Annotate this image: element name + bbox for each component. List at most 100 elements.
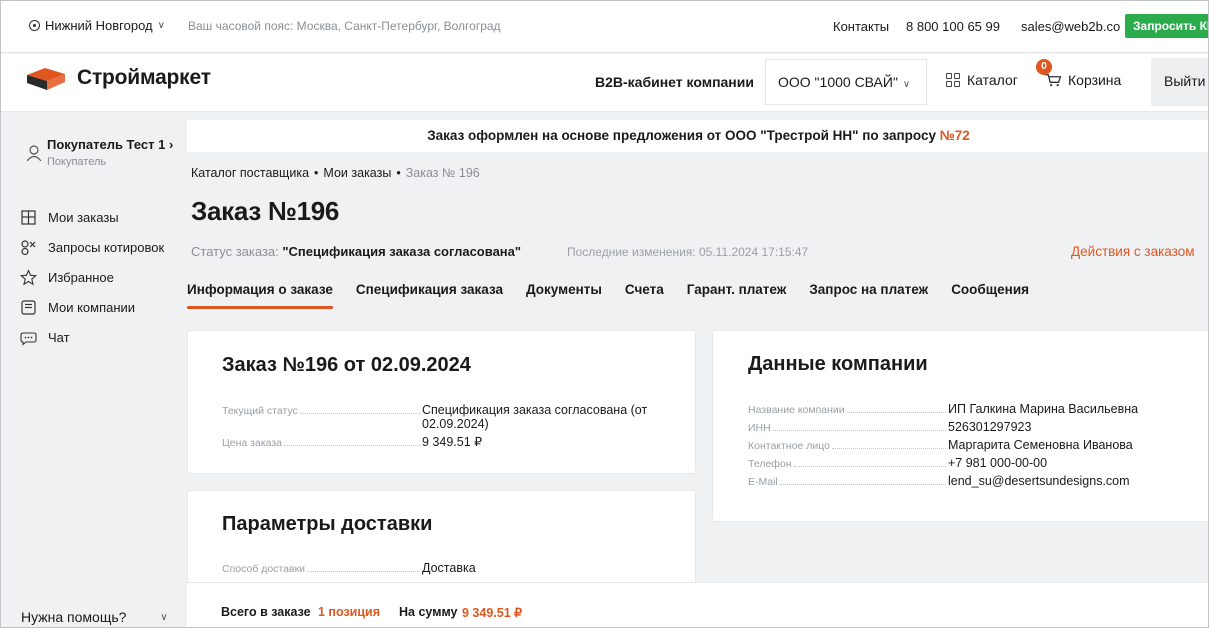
tab-payment-request[interactable]: Запрос на платеж — [809, 282, 928, 306]
sidebar-item-orders[interactable]: Мои заказы — [20, 202, 164, 232]
notice-text: Заказ оформлен на основе предложения от … — [427, 128, 940, 143]
user-role: Покупатель — [47, 156, 107, 168]
delivery-card-title: Параметры доставки — [222, 513, 433, 535]
company-icon — [21, 299, 36, 315]
catalog-grid-icon — [946, 73, 960, 87]
sidebar-item-label: Мои заказы — [48, 209, 119, 225]
sidebar: Покупатель Тест 1 › Покупатель Мои заказ… — [1, 112, 179, 627]
order-card: Заказ №196 от 02.09.2024 Текущий статус … — [187, 330, 696, 474]
location-pin-icon — [29, 20, 40, 31]
detail-label: Цена заказа — [222, 435, 422, 449]
quotes-icon — [21, 239, 36, 255]
user-name: Покупатель Тест 1 — [47, 137, 166, 152]
breadcrumb: Каталог поставщика • Мои заказы • Заказ № 19… — [191, 166, 480, 180]
help-dropdown[interactable]: Нужна помощь? ∨ — [21, 609, 168, 625]
sidebar-item-companies[interactable]: Мои компании — [20, 292, 164, 322]
company-selector[interactable]: ООО "1000 СВАЙ" ∨ — [765, 59, 927, 105]
detail-label: ИНН — [748, 420, 948, 434]
chevron-right-icon: › — [168, 137, 174, 152]
tab-invoices[interactable]: Счета — [625, 282, 664, 306]
logo-mark-icon — [27, 68, 65, 90]
b2b-cabinet-label: B2B-кабинет компании — [595, 74, 754, 90]
order-status-line: Статус заказа: "Спецификация заказа согл… — [191, 244, 521, 259]
detail-value: lend_su@desertsundesigns.com — [948, 474, 1130, 488]
total-label: Всего в заказе — [221, 605, 311, 619]
header: Строймаркет B2B-кабинет компании ООО "10… — [1, 54, 1208, 112]
company-card-title: Данные компании — [748, 353, 928, 375]
detail-label: Телефон — [748, 456, 948, 470]
logo-text: Строймаркет — [77, 66, 211, 89]
order-actions-link[interactable]: Действия с заказом — [1071, 244, 1194, 259]
sidebar-item-label: Избранное — [48, 269, 114, 285]
request-kp-button[interactable]: Запросить КП — [1125, 14, 1208, 38]
detail-label: Контактное лицо — [748, 438, 948, 452]
catalog-button[interactable]: Каталог — [946, 72, 1018, 88]
detail-label: Способ доставки — [222, 561, 422, 575]
city-selector[interactable]: Нижний Новгород ∨ — [29, 18, 165, 33]
city-label: Нижний Новгород — [45, 18, 153, 33]
detail-row: ИНН 526301297923 — [748, 420, 1138, 434]
sum-value: 9 349.51 ₽ — [462, 606, 523, 620]
offer-notice: Заказ оформлен на основе предложения от … — [187, 120, 1208, 152]
page-title: Заказ №196 — [191, 196, 340, 226]
detail-value: 9 349.51 ₽ — [422, 435, 483, 449]
order-tabs: Информация о заказе Спецификация заказа … — [187, 282, 1052, 309]
sidebar-item-favorites[interactable]: Избранное — [20, 262, 164, 292]
sidebar-item-quotes[interactable]: Запросы котировок — [20, 232, 164, 262]
detail-value: ИП Галкина Марина Васильевна — [948, 402, 1139, 416]
detail-label: Текущий статус — [222, 403, 422, 417]
breadcrumb-orders[interactable]: Мои заказы — [323, 166, 391, 180]
sidebar-nav: Мои заказы Запросы котировок Избранное М… — [20, 202, 164, 352]
order-summary-bar: Всего в заказе 1 позиция На сумму 9 349.… — [187, 582, 1208, 627]
delivery-details: Способ доставки Доставка — [222, 561, 476, 579]
detail-value: +7 981 000-00-00 — [948, 456, 1048, 470]
detail-value: Спецификация заказа согласована (от 02.0… — [422, 403, 648, 431]
detail-row: Текущий статус Спецификация заказа согла… — [222, 403, 672, 431]
phone-link[interactable]: 8 800 100 65 99 — [906, 19, 1000, 34]
top-bar: Нижний Новгород ∨ Ваш часовой пояс: Моск… — [1, 1, 1208, 53]
sidebar-item-label: Запросы котировок — [48, 239, 165, 255]
detail-label: E-Mail — [748, 474, 948, 488]
status-value: "Спецификация заказа согласована" — [282, 244, 522, 259]
tab-guarantee-payment[interactable]: Гарант. платеж — [687, 282, 787, 306]
catalog-label: Каталог — [967, 72, 1018, 88]
email-link[interactable]: sales@web2b.co — [1021, 19, 1120, 34]
company-card: Данные компании Название компании ИП Гал… — [712, 330, 1208, 522]
cart-button[interactable]: Корзина — [1044, 72, 1121, 88]
tab-documents[interactable]: Документы — [526, 282, 602, 306]
chat-icon — [20, 331, 37, 346]
orders-icon — [21, 209, 36, 225]
logout-button[interactable]: Выйти — [1151, 58, 1208, 106]
logo[interactable]: Строймаркет — [25, 65, 211, 91]
tab-specification[interactable]: Спецификация заказа — [356, 282, 503, 306]
detail-row: E-Mail lend_su@desertsundesigns.com — [748, 474, 1138, 488]
detail-value: 526301297923 — [948, 420, 1032, 434]
tab-order-info[interactable]: Информация о заказе — [187, 282, 333, 309]
user-icon — [27, 145, 41, 161]
chevron-down-icon: ∨ — [157, 20, 165, 31]
order-card-title: Заказ №196 от 02.09.2024 — [222, 354, 471, 376]
breadcrumb-current: Заказ № 196 — [405, 166, 480, 180]
detail-label: Название компании — [748, 402, 948, 416]
sidebar-item-chat[interactable]: Чат — [20, 322, 164, 352]
status-label: Статус заказа: — [191, 244, 283, 259]
tab-messages[interactable]: Сообщения — [951, 282, 1029, 306]
sum-label: На сумму — [399, 605, 458, 619]
breadcrumb-catalog[interactable]: Каталог поставщика — [191, 166, 309, 180]
detail-row: Способ доставки Доставка — [222, 561, 476, 575]
detail-row: Телефон +7 981 000-00-00 — [748, 456, 1138, 470]
request-number-link[interactable]: №72 — [940, 128, 970, 143]
detail-row: Цена заказа 9 349.51 ₽ — [222, 435, 672, 449]
star-icon — [20, 268, 37, 285]
total-positions: 1 позиция — [318, 605, 381, 619]
detail-value: Доставка — [422, 561, 476, 575]
company-selector-value: ООО "1000 СВАЙ" — [778, 74, 898, 90]
contacts-link[interactable]: Контакты — [833, 19, 889, 34]
detail-row: Контактное лицо Маргарита Семеновна Иван… — [748, 438, 1138, 452]
sidebar-item-label: Чат — [48, 329, 70, 345]
chevron-down-icon: ∨ — [160, 611, 168, 623]
last-change: Последние изменения: 05.11.2024 17:15:47 — [567, 245, 809, 259]
user-profile-link[interactable]: Покупатель Тест 1 › — [47, 137, 173, 152]
detail-value: Маргарита Семеновна Иванова — [948, 438, 1133, 452]
chevron-down-icon: ∨ — [902, 79, 911, 90]
